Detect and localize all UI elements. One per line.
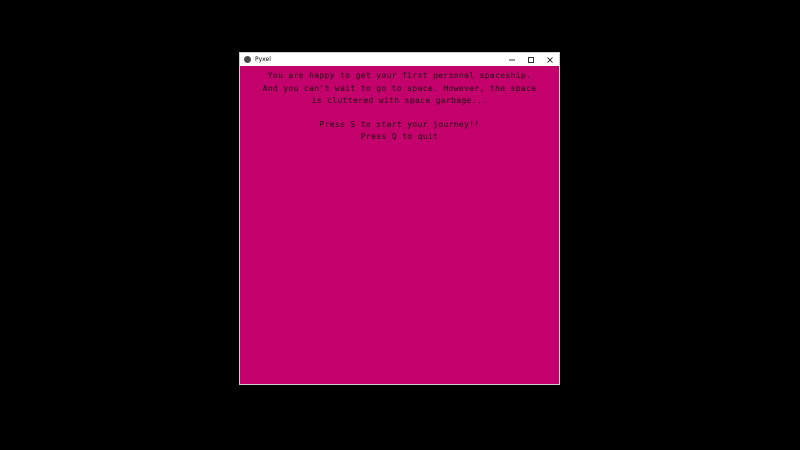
minimize-icon[interactable]: [502, 53, 521, 66]
window-title: Pyxel: [255, 56, 271, 63]
pyxel-window[interactable]: Pyxel You are happy to get your first pe…: [239, 52, 560, 385]
game-canvas[interactable]: You are happy to get your first personal…: [240, 66, 559, 384]
start-prompt: Press S to start your journey!!: [319, 119, 480, 129]
intro-line: is cluttered with space garbage...: [311, 96, 488, 106]
window-titlebar[interactable]: Pyxel: [240, 53, 559, 67]
maximize-icon[interactable]: [521, 53, 540, 66]
close-icon[interactable]: [540, 53, 559, 66]
quit-prompt: Press Q to quit: [360, 132, 439, 142]
desktop-background: Pyxel You are happy to get your first pe…: [0, 0, 800, 450]
intro-line: And you can't wait to go to space. Howev…: [262, 83, 537, 93]
intro-text-block: You are happy to get your first personal…: [240, 70, 559, 144]
intro-line: You are happy to get your first personal…: [267, 71, 532, 80]
pyxel-app-icon: [244, 56, 251, 63]
